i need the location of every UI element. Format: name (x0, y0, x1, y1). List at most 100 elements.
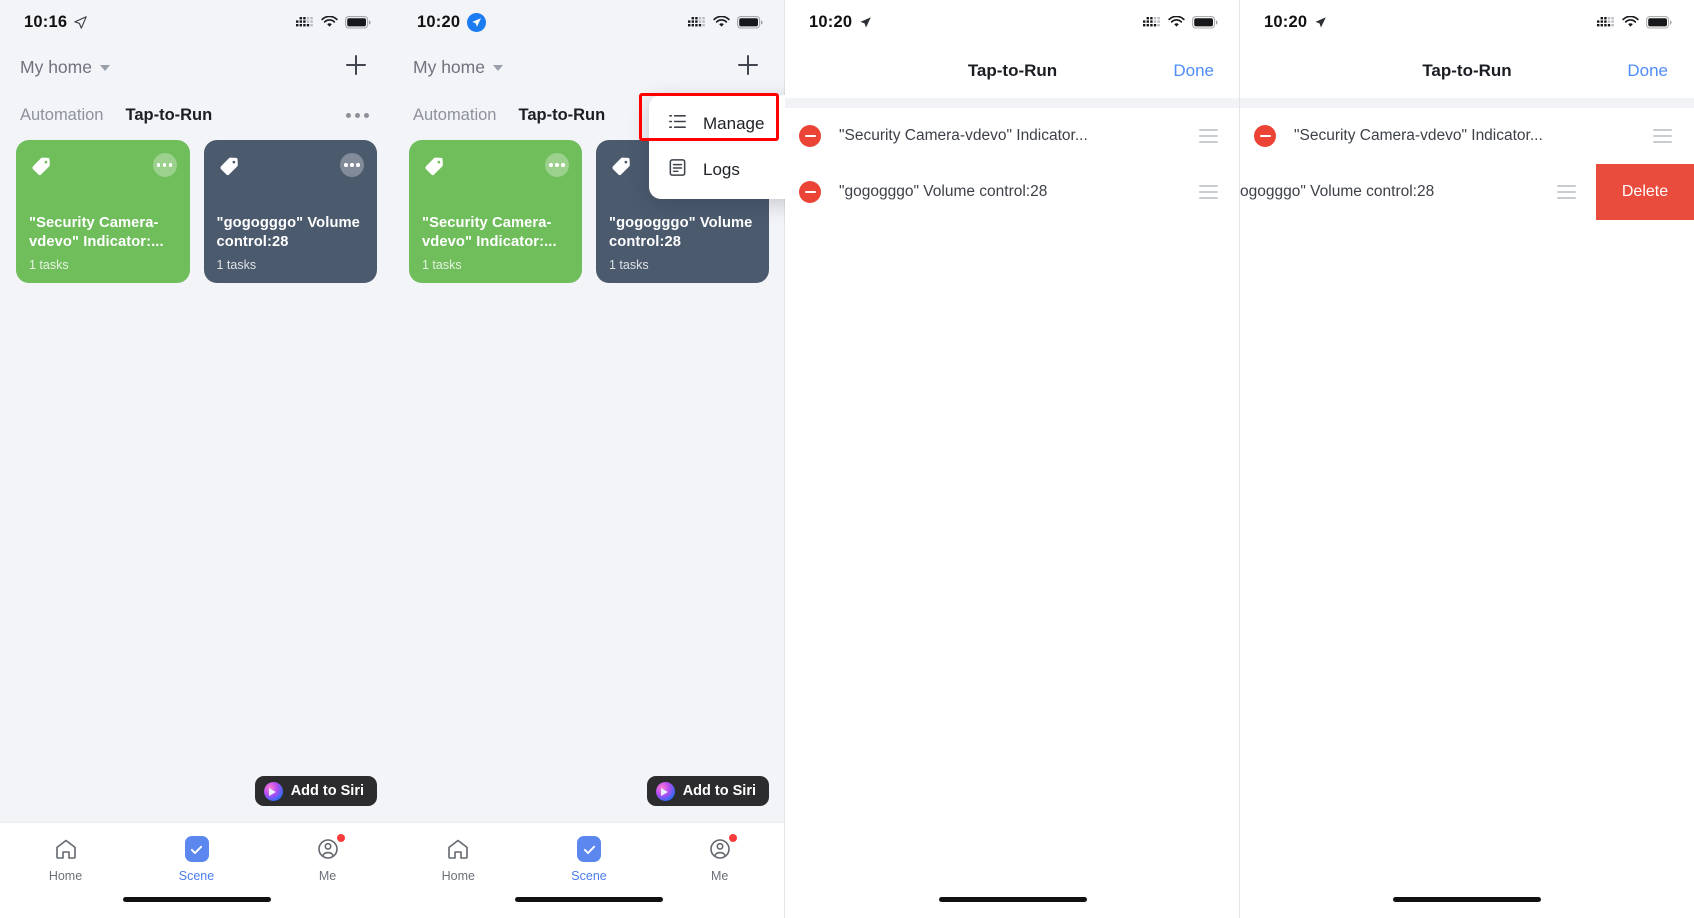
done-button[interactable]: Done (1173, 61, 1214, 81)
tag-icon (609, 153, 635, 184)
list-separator (1240, 98, 1694, 108)
card-header (422, 153, 569, 184)
wifi-icon (321, 15, 338, 27)
chevron-down-icon[interactable] (492, 65, 503, 71)
tab-tap-to-run[interactable]: Tap-to-Run (125, 106, 212, 125)
page-title: Tap-to-Run (967, 61, 1058, 80)
home-name-label[interactable]: My home (413, 57, 485, 78)
table-row-swiped[interactable]: ogogggo" Volume control:28 Delete (1240, 164, 1694, 220)
scene-card-list: "Security Camera-vdevo" Indicator:... 1 … (0, 140, 393, 283)
phone-panel-3: 10:20 Tap-to-Run Done "Security Camera-v… (785, 0, 1240, 918)
add-button[interactable] (341, 50, 371, 85)
list-separator (785, 98, 1240, 108)
status-bar: 10:20 (1240, 0, 1694, 44)
document-lines-icon (667, 157, 688, 183)
ellipsis-icon[interactable] (344, 105, 371, 126)
card-title: "Security Camera-vdevo" Indicator:... (422, 215, 557, 250)
tab-label: Home (441, 869, 475, 883)
status-icons (1597, 15, 1672, 29)
tab-scene[interactable]: Scene (131, 835, 262, 883)
menu-item-logs[interactable]: Logs (649, 147, 785, 193)
tab-label: Scene (571, 869, 607, 883)
tab-me[interactable]: Me (262, 834, 393, 883)
tab-label: Scene (178, 869, 215, 883)
wifi-icon (1622, 15, 1639, 27)
minus-circle-icon[interactable] (799, 181, 821, 203)
chevron-down-icon[interactable] (99, 65, 110, 71)
status-bar: 10:20 (785, 0, 1240, 44)
phone-panel-2: 10:20 My home Automation Tap-to-Run "Sec… (393, 0, 785, 918)
tag-icon (29, 153, 55, 184)
card-subtitle: 1 tasks (422, 258, 462, 272)
delete-button[interactable]: Delete (1596, 164, 1694, 220)
home-indicator (1393, 896, 1541, 902)
nav-bar: Tap-to-Run Done (1240, 44, 1694, 98)
row-label: "Security Camera-vdevo" Indicator... (1294, 127, 1543, 144)
done-button[interactable]: Done (1627, 61, 1668, 81)
tab-label: Me (318, 869, 337, 883)
status-time: 10:20 (1264, 12, 1308, 31)
status-time: 10:20 (417, 12, 461, 31)
phone-panel-4: 10:20 Tap-to-Run Done "Security Camera-v… (1240, 0, 1694, 918)
scene-card[interactable]: "Security Camera-vdevo" Indicator:... 1 … (409, 140, 582, 283)
page-title: Tap-to-Run (1422, 61, 1512, 80)
reorder-grip-icon[interactable] (1653, 129, 1672, 143)
menu-item-manage[interactable]: Manage (649, 101, 785, 147)
status-time: 10:16 (24, 12, 68, 31)
tab-home[interactable]: Home (0, 835, 131, 883)
context-menu: Manage Logs (649, 95, 785, 199)
add-to-siri-label: Add to Siri (682, 783, 756, 799)
home-name-label[interactable]: My home (20, 57, 92, 78)
add-to-siri-button[interactable]: Add to Siri (646, 776, 769, 806)
add-to-siri-label: Add to Siri (290, 783, 364, 799)
wifi-icon (1168, 15, 1185, 27)
minus-circle-icon[interactable] (1254, 125, 1276, 147)
card-more-icon[interactable] (152, 153, 177, 177)
table-row[interactable]: "Security Camera-vdevo" Indicator... (1240, 108, 1694, 164)
wifi-icon (713, 15, 730, 27)
card-more-icon[interactable] (545, 153, 569, 177)
card-subtitle: 1 tasks (29, 258, 69, 272)
location-arrow-badge-icon (467, 12, 487, 32)
home-selector-row: My home (393, 44, 785, 90)
card-more-icon[interactable] (340, 153, 364, 177)
table-row[interactable]: "Security Camera-vdevo" Indicator... (785, 108, 1240, 164)
tab-automation[interactable]: Automation (413, 106, 496, 125)
tab-automation[interactable]: Automation (20, 106, 103, 125)
add-to-siri-button[interactable]: Add to Siri (254, 776, 377, 806)
minus-circle-icon[interactable] (799, 125, 821, 147)
home-icon (445, 835, 471, 863)
status-time: 10:20 (809, 12, 853, 31)
reorder-grip-icon[interactable] (1199, 129, 1218, 143)
add-button[interactable] (733, 50, 763, 85)
list-lines-icon (667, 111, 688, 137)
tab-scene[interactable]: Scene (524, 835, 655, 883)
tab-home[interactable]: Home (393, 835, 524, 883)
notification-badge (728, 834, 737, 842)
tab-me[interactable]: Me (654, 834, 785, 883)
screenshot-stage: 10:16 My home Automation Tap-to-Run "Sec… (0, 0, 1694, 918)
checkmark-icon (184, 835, 209, 863)
location-arrow-icon (74, 15, 87, 29)
cellular-signal-icon (1597, 16, 1614, 26)
scene-card[interactable]: "gogogggo" Volume control:28 1 tasks (203, 140, 377, 283)
card-title: "Security Camera-vdevo" Indicator:... (29, 215, 164, 250)
scene-card[interactable]: "Security Camera-vdevo" Indicator:... 1 … (16, 140, 190, 283)
card-subtitle: 1 tasks (609, 258, 649, 272)
reorder-grip-icon[interactable] (1557, 185, 1576, 199)
panel-divider (1239, 0, 1240, 918)
siri-orb-icon (263, 781, 283, 801)
notification-badge (336, 834, 345, 842)
status-icons (1143, 15, 1218, 29)
tab-label: Me (710, 869, 729, 883)
card-header (29, 153, 177, 184)
reorder-grip-icon[interactable] (1199, 185, 1218, 199)
battery-full-icon (345, 15, 371, 29)
profile-icon (707, 834, 737, 863)
card-title: "gogogggo" Volume control:28 (216, 215, 360, 250)
home-indicator (122, 896, 271, 902)
phone-panel-1: 10:16 My home Automation Tap-to-Run "Sec… (0, 0, 393, 918)
tab-tap-to-run[interactable]: Tap-to-Run (518, 106, 605, 125)
table-row[interactable]: "gogogggo" Volume control:28 (785, 164, 1240, 220)
battery-full-icon (737, 15, 763, 29)
